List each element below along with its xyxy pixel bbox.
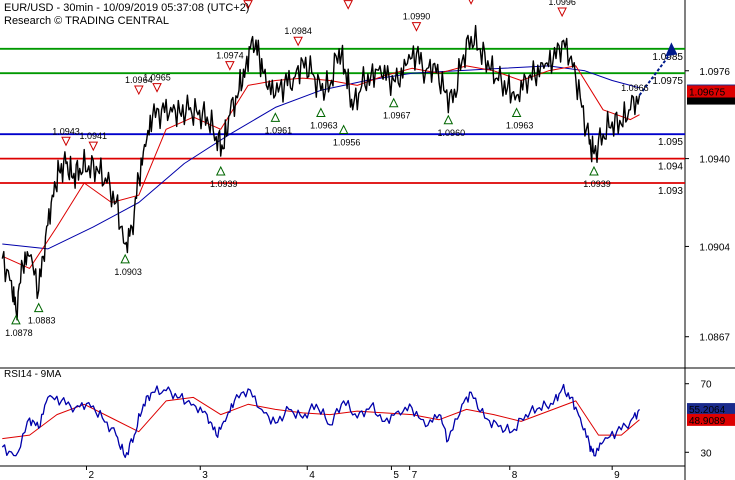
swing-low-marker (316, 107, 326, 117)
rsi-ma-value-tag: 48.9089 (689, 416, 726, 427)
swing-low-label: 1.0903 (114, 267, 142, 277)
chart-subtitle: Research © TRADING CENTRAL (4, 15, 169, 27)
swing-low-marker (33, 302, 44, 313)
swing-low-marker (388, 97, 399, 108)
chart-frame (0, 0, 735, 480)
swing-low-label: 1.0963 (310, 120, 338, 130)
swing-low-label: 1.0883 (28, 316, 56, 326)
price-tick-label: 1.0867 (699, 333, 730, 344)
swing-high-marker (152, 83, 162, 93)
swing-high-marker (134, 85, 144, 96)
time-tick-label: 9 (614, 470, 620, 480)
chart-canvas: 1.09851.09751.0951.0941.093 1.08781.0883… (0, 0, 735, 480)
rsi-line (1, 383, 641, 459)
swing-low-label: 1.0961 (265, 125, 293, 135)
swing-low-marker (511, 107, 522, 117)
swing-high-label: 1.0974 (216, 51, 244, 61)
swing-high-marker (411, 22, 422, 32)
rsi-axis: 703055.206448.9089 (685, 380, 735, 459)
swing-high-label: 1.0965 (143, 73, 171, 83)
price-levels: 1.09851.09751.0951.0941.093 (0, 47, 685, 197)
swing-high-label: 1.0990 (403, 12, 431, 22)
time-axis: 2 3 4 5 7 8 9 (85, 466, 620, 480)
swing-low-marker (120, 253, 130, 264)
price-series (1, 24, 678, 321)
chart-title: EUR/USD - 30min - 10/09/2019 05:37:08 (U… (4, 2, 250, 14)
swing-low-label: 1.0939 (583, 179, 611, 189)
swing-high-label: 1.0943 (52, 126, 80, 136)
time-tick-label: 3 (202, 470, 208, 480)
time-tick-label: 7 (412, 470, 418, 480)
time-tick-label: 4 (309, 470, 315, 480)
swing-low-marker (215, 165, 226, 176)
swing-low-marker (443, 114, 454, 125)
swing-high-label: 1.0996 (548, 0, 576, 7)
level-label: 1.093 (658, 186, 683, 197)
time-tick-label: 8 (512, 470, 518, 480)
rsi-tick-label: 30 (700, 448, 712, 459)
price-line (1, 24, 641, 321)
swing-low-label: 1.0939 (210, 179, 238, 189)
level-label: 1.0975 (652, 76, 683, 87)
swing-low-marker (11, 314, 21, 325)
swing-high-marker (557, 7, 567, 18)
swing-high-marker (468, 0, 474, 5)
rsi-title: RSI14 - 9MA (4, 369, 62, 380)
swing-low-label: 1.0878 (5, 328, 33, 338)
time-tick-label: 2 (88, 470, 94, 480)
price-tick-label: 1.0940 (699, 155, 730, 166)
fast-moving-average-line (2, 65, 640, 269)
price-tick-label: 1.0976 (699, 67, 730, 78)
level-label: 1.094 (658, 162, 683, 173)
swing-high-label: 1.0941 (80, 131, 108, 141)
swing-low-label: 1.0956 (333, 138, 361, 148)
swing-low-label: 1.0967 (383, 111, 411, 121)
slow-moving-average-line (2, 65, 640, 250)
price-tick-label: 1.0904 (699, 242, 730, 253)
swing-low-marker (338, 124, 349, 135)
swing-high-marker (225, 61, 235, 71)
swing-low-marker (270, 112, 281, 122)
ma-price-tag: 1.09675 (689, 88, 726, 99)
swing-low-label: 1.0960 (438, 128, 466, 138)
time-tick-label: 5 (393, 470, 399, 480)
rsi-tick-label: 70 (700, 380, 712, 391)
swing-high-marker (343, 0, 353, 10)
swing-high-marker (61, 136, 71, 147)
rsi-series (1, 383, 641, 459)
swing-high-label: 1.0984 (284, 26, 312, 36)
target-label: 1.0966 (621, 83, 649, 93)
price-axis: 1.09761.09401.09041.08671.096791.096461.… (685, 67, 735, 344)
swing-low-label: 1.0963 (506, 120, 534, 130)
level-label: 1.095 (658, 137, 683, 148)
swing-high-marker (88, 141, 99, 152)
swing-low-marker (589, 165, 599, 176)
swing-high-marker (293, 36, 303, 47)
